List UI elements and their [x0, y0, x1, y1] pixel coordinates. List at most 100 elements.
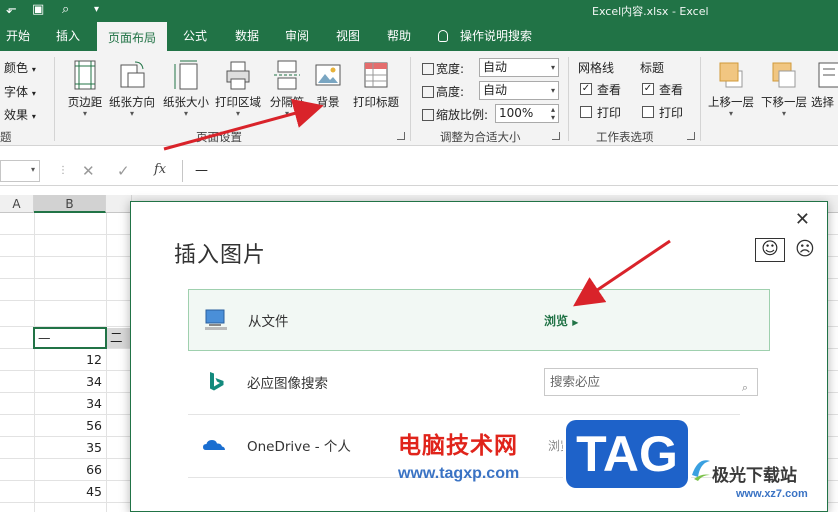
theme-effects-label: 效果	[4, 108, 29, 122]
title-bar: ⬐ ▣ ⌕ ▾ Excel内容.xlsx - Excel	[0, 0, 838, 22]
tab-view[interactable]: 视图	[325, 22, 371, 51]
browse-label: 浏览	[544, 314, 569, 328]
tab-data[interactable]: 数据	[224, 22, 270, 51]
name-box[interactable]: ▾	[0, 160, 40, 182]
tell-me-search[interactable]: 操作说明搜索	[438, 22, 548, 51]
background-button[interactable]: 背景	[303, 59, 353, 110]
watermark-site-url: www.tagxp.com	[398, 465, 520, 482]
chevron-down-icon: ▾	[550, 86, 555, 95]
theme-fonts-label: 字体	[4, 85, 29, 99]
aurora-logo-icon	[692, 460, 710, 481]
height-select[interactable]: 自动 ▾	[479, 81, 559, 100]
table-cell[interactable]: 35	[34, 437, 106, 459]
height-label-wrap: 高度:	[422, 83, 464, 100]
send-backward-label: 下移一层	[761, 95, 807, 109]
save-icon[interactable]: ▣	[32, 2, 44, 17]
column-header-b[interactable]: B	[34, 195, 106, 213]
table-cell[interactable]: 56	[34, 415, 106, 437]
table-cell[interactable]: 12	[34, 349, 106, 371]
gridlines-view-label: 查看	[597, 83, 622, 97]
size-button[interactable]: 纸张大小 ▾	[161, 59, 211, 118]
height-value: 自动	[483, 83, 508, 97]
tab-review[interactable]: 审阅	[274, 22, 320, 51]
width-select[interactable]: 自动 ▾	[479, 58, 559, 77]
onedrive-cloud-icon	[203, 440, 225, 450]
print-preview-icon[interactable]: ⌕	[62, 2, 69, 17]
theme-colors-button[interactable]: 颜色 ▾	[4, 59, 36, 76]
breaks-label: 分隔符	[269, 95, 305, 109]
tab-insert[interactable]: 插入	[46, 22, 90, 51]
gridlines-print-checkbox[interactable]	[580, 106, 592, 118]
insert-function-icon[interactable]: fx	[154, 162, 166, 177]
table-cell[interactable]: 66	[34, 459, 106, 481]
width-value: 自动	[483, 60, 508, 74]
theme-fonts-button[interactable]: 字体 ▾	[4, 83, 36, 100]
table-cell[interactable]: 45	[34, 481, 106, 503]
undo-arrow-icon[interactable]: ⬐	[6, 2, 17, 17]
grid-line	[106, 213, 107, 512]
gridlines-heading: 网格线	[578, 61, 615, 75]
selection-pane-button[interactable]: 选择	[811, 59, 838, 110]
browse-link[interactable]: 浏览 ▶	[544, 312, 578, 329]
print-area-button[interactable]: 打印区域 ▾	[213, 59, 263, 118]
dialog-title: 插入图片	[174, 243, 267, 268]
table-cell[interactable]: 34	[34, 393, 106, 415]
orientation-button[interactable]: 纸张方向 ▾	[107, 59, 157, 118]
orientation-icon	[120, 61, 145, 88]
spinner-arrows-icon[interactable]: ▴ ▾	[551, 106, 555, 122]
scale-label-wrap: 缩放比例:	[422, 106, 488, 123]
margins-icon	[74, 60, 96, 90]
height-icon	[422, 86, 434, 98]
margins-label: 页边距	[67, 95, 103, 109]
tell-me-label: 操作说明搜索	[460, 29, 533, 43]
print-titles-button[interactable]: 打印标题	[350, 59, 402, 110]
bing-label: 必应图像搜索	[247, 376, 328, 392]
headings-view-checkbox[interactable]: ✓	[642, 83, 654, 95]
close-icon[interactable]: ✕	[795, 209, 810, 230]
scale-value: 100%	[499, 106, 534, 120]
scale-spinner[interactable]: 100% ▴ ▾	[495, 104, 559, 123]
from-file-label: 从文件	[248, 314, 289, 330]
theme-effects-button[interactable]: 效果 ▾	[4, 106, 36, 123]
print-area-label: 打印区域	[215, 95, 261, 109]
sheet-options-launcher-icon[interactable]	[687, 132, 695, 140]
table-cell[interactable]: 34	[34, 371, 106, 393]
orientation-label: 纸张方向	[109, 95, 155, 109]
smile-feedback-icon[interactable]: ☺	[755, 238, 785, 262]
tab-page-layout[interactable]: 页面布局	[97, 22, 167, 51]
tab-home[interactable]: 开始	[0, 22, 36, 51]
margins-button[interactable]: 页边距 ▾	[60, 59, 110, 118]
column-header-a[interactable]: A	[0, 195, 34, 213]
selected-cell-b-header[interactable]: —	[33, 327, 107, 349]
background-label: 背景	[316, 95, 340, 109]
tab-help[interactable]: 帮助	[376, 22, 422, 51]
cell-c-header[interactable]: 二	[107, 328, 132, 348]
formula-input[interactable]: —	[182, 160, 838, 182]
height-label: 高度:	[436, 85, 465, 99]
headings-print-checkbox[interactable]	[642, 106, 654, 118]
from-file-option[interactable]: 从文件 浏览 ▶	[188, 289, 770, 351]
chevron-down-icon: ▾	[31, 89, 36, 98]
gridlines-view-checkbox[interactable]: ✓	[580, 83, 592, 95]
frown-feedback-icon[interactable]: ☹	[795, 238, 815, 260]
window-title: Excel内容.xlsx - Excel	[592, 5, 709, 18]
bing-search-input[interactable]: 搜索必应 ⌕	[544, 368, 758, 396]
tab-formulas[interactable]: 公式	[172, 22, 218, 51]
bing-search-option[interactable]: 必应图像搜索 搜索必应 ⌕	[188, 352, 770, 414]
bing-search-placeholder: 搜索必应	[550, 374, 601, 389]
cancel-entry-icon[interactable]: ✕	[82, 162, 95, 180]
send-backward-button[interactable]: 下移一层 ▾	[759, 59, 809, 118]
chevron-down-icon: ▾	[183, 109, 188, 118]
chevron-down-icon: ▾	[550, 63, 555, 72]
search-icon[interactable]: ⌕	[742, 375, 748, 401]
quick-access-dropdown-icon[interactable]: ▾	[94, 4, 99, 15]
column-header-c[interactable]	[106, 195, 132, 213]
bring-forward-button[interactable]: 上移一层 ▾	[706, 59, 756, 118]
size-label: 纸张大小	[163, 95, 209, 109]
page-setup-launcher-icon[interactable]	[397, 132, 405, 140]
scale-launcher-icon[interactable]	[552, 132, 560, 140]
chevron-down-icon: ▾	[129, 109, 134, 118]
confirm-entry-icon[interactable]: ✓	[117, 162, 130, 180]
breaks-icon	[274, 60, 300, 90]
bing-icon	[210, 372, 224, 391]
